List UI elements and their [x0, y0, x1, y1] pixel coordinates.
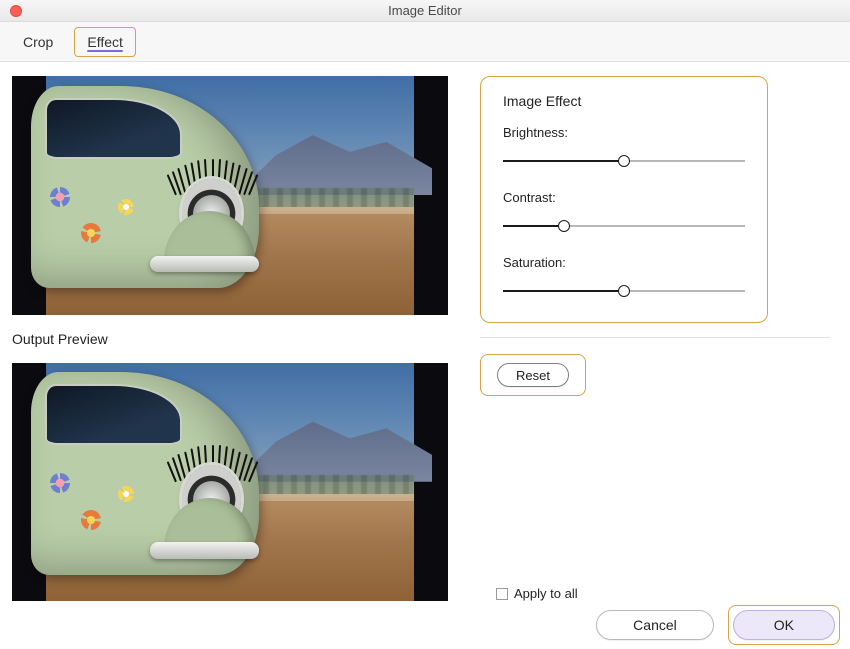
- window-title: Image Editor: [0, 3, 850, 18]
- cancel-button[interactable]: Cancel: [596, 610, 714, 640]
- right-column: Image Effect Brightness: Contrast: Satur…: [460, 76, 838, 601]
- apply-to-all-row: Apply to all: [496, 578, 838, 601]
- tab-strip: Crop Effect: [0, 22, 850, 62]
- tab-effect[interactable]: Effect: [74, 27, 136, 57]
- tab-crop[interactable]: Crop: [10, 27, 66, 57]
- titlebar: Image Editor: [0, 0, 850, 22]
- divider: [480, 337, 830, 338]
- contrast-label: Contrast:: [503, 190, 745, 205]
- saturation-label: Saturation:: [503, 255, 745, 270]
- output-preview-label: Output Preview: [12, 331, 460, 347]
- brightness-group: Brightness:: [503, 125, 745, 168]
- image-effect-panel: Image Effect Brightness: Contrast: Satur…: [480, 76, 768, 323]
- brightness-slider[interactable]: [503, 154, 745, 168]
- apply-to-all-checkbox[interactable]: [496, 588, 508, 600]
- saturation-slider[interactable]: [503, 284, 745, 298]
- ok-focus-ring: OK: [728, 605, 840, 645]
- brightness-label: Brightness:: [503, 125, 745, 140]
- source-image: [12, 76, 448, 315]
- content-area: Output Preview Image Effect Brightness:: [0, 62, 850, 601]
- reset-button[interactable]: Reset: [497, 363, 569, 387]
- left-column: Output Preview: [12, 76, 460, 601]
- window-close-button[interactable]: [10, 5, 22, 17]
- saturation-group: Saturation:: [503, 255, 745, 298]
- dialog-footer: Cancel OK: [0, 601, 850, 649]
- ok-button[interactable]: OK: [733, 610, 835, 640]
- contrast-slider[interactable]: [503, 219, 745, 233]
- contrast-group: Contrast:: [503, 190, 745, 233]
- output-preview-image: [12, 363, 448, 602]
- apply-to-all-label: Apply to all: [514, 586, 578, 601]
- image-effect-title: Image Effect: [503, 93, 745, 109]
- reset-focus-ring: Reset: [480, 354, 586, 396]
